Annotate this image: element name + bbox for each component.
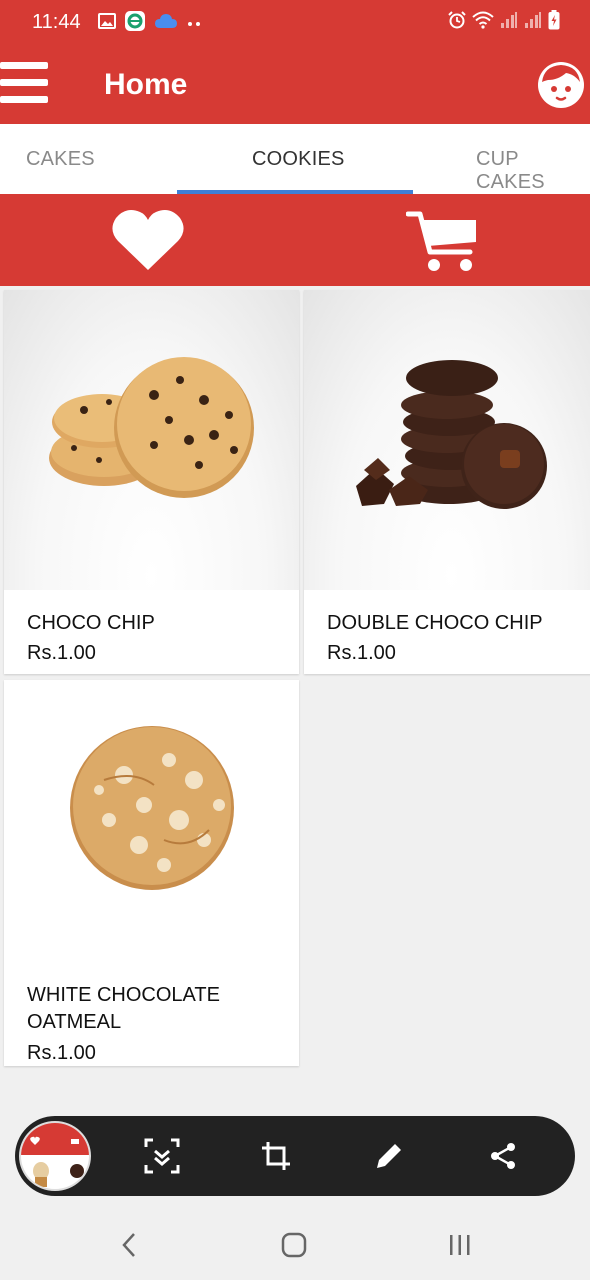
page-title: Home	[104, 68, 188, 101]
product-name: WHITE CHOCOLATE OATMEAL	[27, 984, 220, 1033]
product-price: Rs.1.00	[27, 642, 96, 664]
more-dots-icon	[186, 15, 202, 33]
double-choco-chip-cookie-image	[304, 290, 590, 590]
status-left-icons	[98, 10, 202, 37]
status-right-icons	[448, 10, 560, 35]
system-nav-bar	[0, 1210, 590, 1280]
choco-chip-cookie-image	[4, 290, 299, 590]
heart-icon[interactable]	[110, 208, 186, 272]
cloud-icon	[154, 13, 178, 34]
hamburger-menu-icon[interactable]	[0, 60, 50, 106]
app-notification-icon	[124, 10, 146, 37]
tab-cakes[interactable]: CAKES	[26, 148, 95, 171]
back-icon[interactable]	[110, 1230, 150, 1260]
alarm-icon	[448, 11, 466, 34]
signal-icon	[500, 11, 518, 34]
action-bar	[0, 194, 590, 286]
battery-charging-icon	[548, 10, 560, 35]
scroll-capture-icon[interactable]	[142, 1136, 182, 1176]
tab-cookies[interactable]: COOKIES	[252, 148, 345, 171]
shopping-cart-icon[interactable]	[405, 208, 480, 274]
screenshot-thumbnail[interactable]	[19, 1121, 91, 1191]
signal-icon	[524, 11, 542, 34]
category-tabs: CAKES COOKIES CUP CAKES	[0, 124, 590, 194]
app-bar: Home	[0, 44, 590, 124]
wifi-icon	[472, 11, 494, 34]
edit-pencil-icon[interactable]	[369, 1136, 409, 1176]
recents-icon[interactable]	[440, 1230, 480, 1260]
product-price: Rs.1.00	[27, 1042, 96, 1064]
product-card[interactable]: WHITE CHOCOLATE OATMEAL Rs.1.00	[4, 680, 299, 1066]
product-card[interactable]: DOUBLE CHOCO CHIP Rs.1.00	[304, 290, 590, 674]
status-time: 11:44	[32, 11, 81, 33]
status-bar: 11:44	[0, 0, 590, 44]
gallery-icon	[98, 12, 116, 35]
tab-cup-cakes[interactable]: CUP CAKES	[476, 148, 590, 194]
screenshot-toolbar	[15, 1116, 575, 1196]
product-card[interactable]: CHOCO CHIP Rs.1.00	[4, 290, 299, 674]
white-chocolate-oatmeal-cookie-image	[4, 680, 299, 980]
home-icon[interactable]	[274, 1230, 314, 1260]
product-name: CHOCO CHIP	[27, 612, 155, 634]
profile-face-icon[interactable]	[536, 60, 586, 110]
product-price: Rs.1.00	[327, 642, 396, 664]
crop-icon[interactable]	[256, 1136, 296, 1176]
product-name: DOUBLE CHOCO CHIP	[327, 612, 543, 634]
share-icon[interactable]	[483, 1136, 523, 1176]
